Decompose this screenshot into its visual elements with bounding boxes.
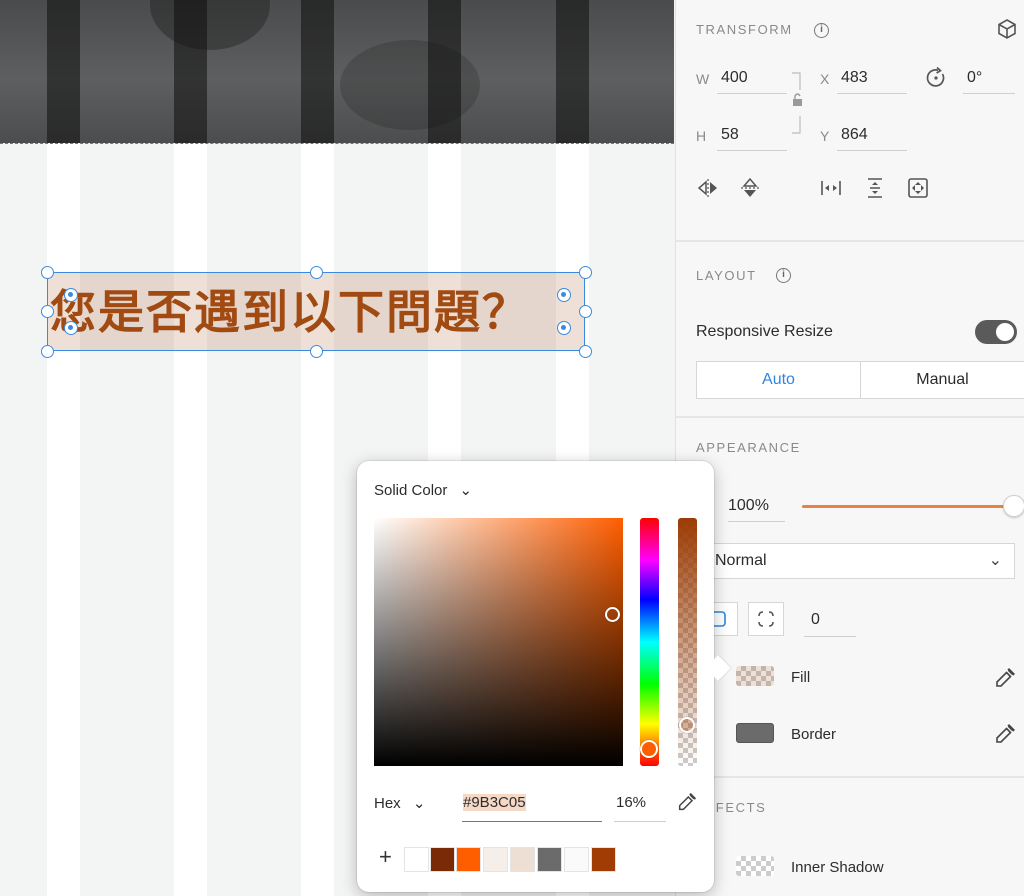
width-field[interactable]: 400 — [717, 68, 787, 94]
opacity-slider-handle[interactable] — [1003, 495, 1024, 517]
resize-mode-auto[interactable]: Auto — [697, 362, 861, 398]
flip-horizontal-icon[interactable] — [697, 177, 719, 199]
distribute-vertical-icon[interactable] — [864, 177, 886, 199]
3d-transform-icon[interactable] — [995, 17, 1019, 41]
hex-input[interactable]: #9B3C05 — [462, 790, 602, 822]
resize-handle-top-right[interactable] — [579, 266, 592, 279]
resize-mode-manual[interactable]: Manual — [861, 362, 1024, 398]
height-field[interactable]: 58 — [717, 125, 787, 151]
grid-column-overlay — [301, 0, 334, 143]
appearance-title: APPEARANCE — [696, 440, 801, 455]
individual-corner-icon — [758, 611, 774, 627]
resize-handle-top-left[interactable] — [41, 266, 54, 279]
corner-radius-field[interactable]: 0 — [804, 606, 856, 637]
x-label: X — [820, 71, 830, 87]
grid-column-overlay — [556, 0, 589, 143]
corner-radius-handle[interactable] — [64, 321, 78, 335]
rotation-field[interactable]: 0° — [963, 68, 1015, 94]
responsive-resize-toggle[interactable] — [975, 320, 1017, 344]
grid-column-overlay — [174, 0, 207, 143]
blend-mode-value: Normal — [715, 552, 767, 569]
background-photo[interactable] — [0, 0, 674, 143]
lock-proportions-icon[interactable] — [790, 72, 804, 134]
height-label: H — [696, 128, 707, 144]
inner-shadow-swatch[interactable] — [736, 856, 774, 876]
alpha-slider-handle[interactable] — [679, 717, 695, 733]
document-swatch[interactable] — [591, 847, 616, 872]
color-format-label: Hex — [374, 795, 401, 812]
resize-handle-left[interactable] — [41, 305, 54, 318]
saturation-brightness-field[interactable] — [374, 518, 623, 766]
x-field[interactable]: 483 — [837, 68, 907, 94]
distribute-horizontal-icon[interactable] — [820, 177, 842, 199]
color-picker-popover: Solid Color ⌄ Hex ⌄ #9B3C05 16% + — [357, 461, 731, 892]
fill-swatch[interactable] — [736, 666, 774, 686]
opacity-slider-track[interactable] — [802, 505, 1012, 508]
selection-guide-line — [0, 143, 674, 144]
color-mode-label: Solid Color — [374, 482, 448, 499]
chevron-down-icon: ⌄ — [988, 552, 1002, 569]
grid-column-overlay — [428, 0, 461, 143]
document-swatch[interactable] — [537, 847, 562, 872]
chevron-down-icon: ⌄ — [459, 482, 473, 499]
border-eyedropper-icon[interactable] — [993, 722, 1017, 746]
section-divider — [676, 416, 1024, 418]
resize-handle-top[interactable] — [310, 266, 323, 279]
individual-corners-button[interactable] — [748, 602, 784, 636]
section-divider — [676, 240, 1024, 242]
document-swatch[interactable] — [430, 847, 455, 872]
saturation-brightness-cursor[interactable] — [605, 607, 620, 622]
resize-handle-bottom-right[interactable] — [579, 345, 592, 358]
fill-eyedropper-icon[interactable] — [993, 666, 1017, 690]
opacity-field[interactable]: 100% — [728, 494, 785, 522]
photo-shade — [150, 0, 270, 50]
corner-radius-handle[interactable] — [64, 288, 78, 302]
color-mode-dropdown[interactable]: Solid Color ⌄ — [374, 481, 472, 499]
document-swatch[interactable] — [564, 847, 589, 872]
eyedropper-icon[interactable] — [676, 791, 698, 813]
headline-text[interactable]: 您是否遇到以下問題？ — [50, 283, 590, 341]
resize-handle-right[interactable] — [579, 305, 592, 318]
y-field[interactable]: 864 — [837, 125, 907, 151]
chevron-down-icon: ⌄ — [412, 795, 426, 812]
corner-radius-handle[interactable] — [557, 288, 571, 302]
grid-column-overlay — [47, 0, 80, 143]
document-swatch[interactable] — [483, 847, 508, 872]
info-icon[interactable]: i — [776, 268, 791, 283]
hue-slider-handle[interactable] — [640, 740, 658, 758]
hex-value: #9B3C05 — [463, 794, 526, 811]
blend-mode-dropdown[interactable]: Normal ⌄ — [704, 543, 1015, 579]
property-inspector: TRANSFORM i W 400 X 483 0° H 58 Y 864 LA… — [675, 0, 1024, 896]
add-swatch-button[interactable]: + — [379, 846, 392, 868]
alpha-input[interactable]: 16% — [614, 790, 666, 822]
fit-to-frame-icon[interactable] — [907, 177, 929, 199]
border-label: Border — [791, 726, 837, 743]
hue-slider[interactable] — [640, 518, 659, 766]
color-format-dropdown[interactable]: Hex ⌄ — [374, 794, 425, 812]
resize-handle-bottom-left[interactable] — [41, 345, 54, 358]
width-label: W — [696, 71, 710, 87]
layout-title: LAYOUT — [696, 268, 757, 283]
document-swatch[interactable] — [404, 847, 429, 872]
y-label: Y — [820, 128, 830, 144]
resize-mode-segmented-control: Auto Manual — [696, 361, 1024, 399]
corner-radius-handle[interactable] — [557, 321, 571, 335]
document-swatch[interactable] — [510, 847, 535, 872]
resize-handle-bottom[interactable] — [310, 345, 323, 358]
responsive-resize-label: Responsive Resize — [696, 323, 833, 340]
fill-label: Fill — [791, 669, 811, 686]
info-icon[interactable]: i — [814, 23, 829, 38]
flip-vertical-icon[interactable] — [739, 177, 761, 199]
rotate-icon[interactable] — [924, 66, 948, 90]
inner-shadow-label: Inner Shadow — [791, 859, 884, 876]
transform-title: TRANSFORM — [696, 22, 793, 37]
document-swatch[interactable] — [456, 847, 481, 872]
section-divider — [676, 776, 1024, 778]
border-swatch[interactable] — [736, 723, 774, 743]
